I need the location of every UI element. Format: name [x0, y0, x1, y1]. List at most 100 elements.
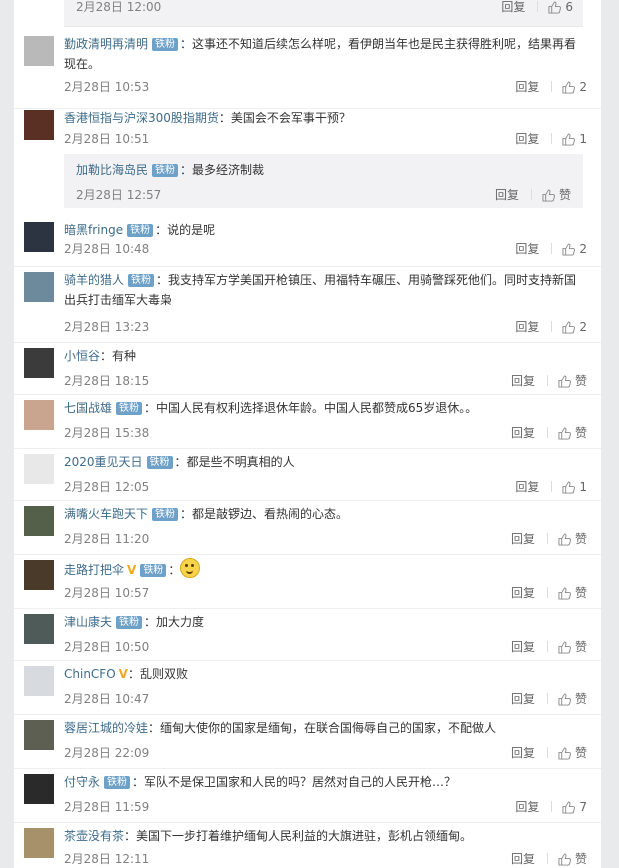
comment-username[interactable]: 勤政清明再清明 — [64, 37, 148, 51]
thumbs-up-icon — [558, 427, 571, 440]
avatar[interactable] — [24, 560, 54, 590]
avatar[interactable] — [24, 110, 54, 140]
reply-button[interactable]: 回复 — [515, 800, 539, 814]
comment-item: 满嘴火车跑天下 铁粉 ：都是敲锣边、看热闹的心态。 2月28日 11:20 回复赞 — [14, 500, 601, 555]
comment-text-cont: 现在。 — [64, 57, 101, 71]
reply-button[interactable]: 回复 — [511, 692, 535, 706]
comment-username[interactable]: 香港恒指与沪深300股指期货 — [64, 111, 219, 125]
reply-button[interactable]: 回复 — [511, 746, 535, 760]
like-label: 赞 — [574, 426, 587, 440]
comment-time: 2月28日 12:00 — [76, 0, 162, 14]
comment-text: 缅甸大使你的国家是缅甸，在联合国侮辱自己的国家，不配做人 — [160, 721, 497, 735]
like-count: 7 — [579, 800, 587, 814]
comment-item: 骑羊的猎人 铁粉 ：我支持军方学美国开枪镇压、用福特车碾压、用骑警踩死他们。同时支持… — [14, 266, 601, 343]
like-button[interactable]: 7 — [562, 800, 587, 814]
comment-item: 付守永 铁粉 ：军队不是保卫国家和人民的吗？居然对自己的人民开枪…？ 2月28日 11… — [14, 768, 601, 823]
like-label: 赞 — [574, 532, 587, 546]
comment-time: 2月28日 12:05 — [64, 480, 150, 494]
thumbs-up-icon — [562, 243, 576, 256]
comment-text: 都是敲锣边、看热闹的心态。 — [192, 507, 349, 521]
comment-item: 茶壶没有茶：美国下一步打着维护缅甸人民利益的大旗进驻，彭机占领缅甸。 2月28日 … — [14, 822, 601, 868]
comment-item: 暗黑fringe 铁粉 ：说的是呢 2月28日 10:48 回复 2 — [14, 216, 601, 267]
comment-time: 2月28日 22:09 — [64, 746, 150, 760]
comment-username[interactable]: ChinCFO — [64, 667, 116, 681]
like-label: 赞 — [574, 692, 587, 706]
comment-username[interactable]: 走路打把伞 — [64, 563, 124, 577]
fan-badge: 铁粉 — [140, 564, 167, 577]
like-label: 赞 — [574, 374, 587, 388]
comment-time: 2月28日 12:11 — [64, 852, 150, 866]
thumbs-up-icon — [562, 133, 576, 146]
comment-time: 2月28日 18:15 — [64, 374, 150, 388]
avatar[interactable] — [24, 272, 54, 302]
comment-username[interactable]: 津山康夫 — [64, 615, 112, 629]
avatar[interactable] — [24, 222, 54, 252]
comment-item: 蓉居江城的冷娃：缅甸大使你的国家是缅甸，在联合国侮辱自己的国家，不配做人 2月28… — [14, 714, 601, 769]
like-button[interactable]: 赞 — [558, 746, 587, 760]
like-button[interactable]: 赞 — [558, 640, 587, 654]
comment-username[interactable]: 小恒谷 — [64, 349, 100, 363]
like-button[interactable]: 1 — [562, 480, 587, 494]
reply-button[interactable]: 回复 — [511, 640, 535, 654]
like-button[interactable]: 2 — [562, 242, 587, 256]
like-button[interactable]: 赞 — [558, 852, 587, 866]
comment-username[interactable]: 付守永 — [64, 775, 100, 789]
reply-button[interactable]: 回复 — [511, 586, 535, 600]
reply-button[interactable]: 回复 — [495, 188, 519, 202]
reply-button[interactable]: 回复 — [515, 480, 539, 494]
comment-username[interactable]: 满嘴火车跑天下 — [64, 507, 148, 521]
comment-username[interactable]: 骑羊的猎人 — [64, 273, 124, 287]
like-button[interactable]: 6 — [548, 0, 573, 14]
comment-username[interactable]: 暗黑fringe — [64, 223, 123, 237]
comment-username[interactable]: 2020重见天日 — [64, 455, 143, 469]
reply-button[interactable]: 回复 — [501, 0, 525, 14]
sub-reply-username[interactable]: 加勒比海岛民 — [76, 163, 148, 177]
reply-button[interactable]: 回复 — [511, 532, 535, 546]
comment-username[interactable]: 蓉居江城的冷娃 — [64, 721, 148, 735]
fan-badge: 铁粉 — [146, 456, 173, 469]
like-count: 1 — [579, 132, 587, 146]
thumbs-up-icon — [558, 641, 571, 654]
avatar[interactable] — [24, 400, 54, 430]
reply-button[interactable]: 回复 — [511, 852, 535, 866]
like-button[interactable]: 赞 — [558, 692, 587, 706]
reply-button[interactable]: 回复 — [515, 242, 539, 256]
comment-text: 这事还不知道后续怎么样呢，看伊朗当年也是民主获得胜利呢，结果再看 — [192, 37, 577, 51]
avatar[interactable] — [24, 720, 54, 750]
reply-button[interactable]: 回复 — [515, 80, 539, 94]
like-button[interactable]: 赞 — [542, 188, 571, 202]
reply-button[interactable]: 回复 — [515, 320, 539, 334]
like-count: 1 — [579, 480, 587, 494]
comment-username[interactable]: 七国战雄 — [64, 401, 112, 415]
avatar[interactable] — [24, 774, 54, 804]
like-label: 赞 — [574, 586, 587, 600]
like-button[interactable]: 赞 — [558, 586, 587, 600]
reply-button[interactable]: 回复 — [515, 132, 539, 146]
thumbs-up-icon — [558, 375, 571, 388]
comment-item: 勤政清明再清明 铁粉 ：这事还不知道后续怎么样呢，看伊朗当年也是民主获得胜利呢，结果… — [14, 30, 601, 109]
avatar[interactable] — [24, 36, 54, 66]
sub-reply: 加勒比海岛民 铁粉 ：最多经济制裁 2月28日 12:57 回复赞 — [64, 154, 583, 208]
comment-time: 2月28日 10:47 — [64, 692, 150, 706]
reply-button[interactable]: 回复 — [511, 374, 535, 388]
comment-text: 美国会不会军事干预？ — [230, 111, 351, 125]
like-button[interactable]: 赞 — [558, 426, 587, 440]
comment-username[interactable]: 茶壶没有茶 — [64, 829, 124, 843]
comment-time: 2月28日 13:23 — [64, 320, 150, 334]
like-button[interactable]: 赞 — [558, 374, 587, 388]
avatar[interactable] — [24, 828, 54, 858]
like-button[interactable]: 2 — [562, 320, 587, 334]
avatar[interactable] — [24, 506, 54, 536]
fan-badge: 铁粉 — [128, 274, 155, 287]
like-button[interactable]: 1 — [562, 132, 587, 146]
like-button[interactable]: 赞 — [558, 532, 587, 546]
like-button[interactable]: 2 — [562, 80, 587, 94]
avatar[interactable] — [24, 614, 54, 644]
verified-icon: V — [118, 667, 128, 681]
thumbs-up-icon — [558, 533, 571, 546]
avatar[interactable] — [24, 348, 54, 378]
avatar[interactable] — [24, 454, 54, 484]
thumbs-up-icon — [558, 587, 571, 600]
reply-button[interactable]: 回复 — [511, 426, 535, 440]
avatar[interactable] — [24, 666, 54, 696]
